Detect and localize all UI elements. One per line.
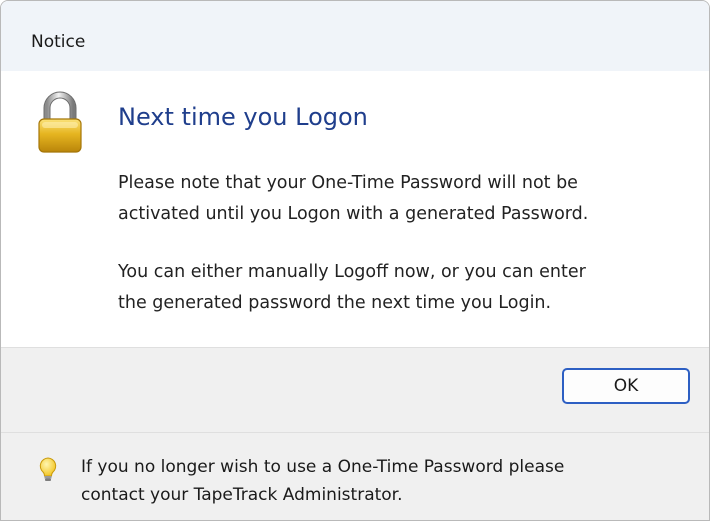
footer-panel: If you no longer wish to use a One-Time … bbox=[1, 432, 709, 520]
message-paragraph-2: You can either manually Logoff now, or y… bbox=[118, 257, 698, 319]
lock-icon bbox=[38, 91, 82, 153]
lightbulb-icon bbox=[39, 457, 57, 481]
message-line: activated until you Logon with a generat… bbox=[118, 204, 589, 224]
dialog-heading: Next time you Logon bbox=[118, 103, 368, 131]
message-paragraph-1: Please note that your One-Time Password … bbox=[118, 168, 698, 230]
ok-button[interactable]: OK bbox=[562, 368, 690, 404]
footer-line: If you no longer wish to use a One-Time … bbox=[81, 457, 565, 477]
message-line: You can either manually Logoff now, or y… bbox=[118, 262, 586, 282]
footer-line: contact your TapeTrack Administrator. bbox=[81, 485, 403, 505]
button-bar: OK bbox=[1, 347, 709, 432]
message-line: Please note that your One-Time Password … bbox=[118, 173, 578, 193]
window-title: Notice bbox=[31, 32, 86, 52]
title-bar[interactable]: Notice bbox=[1, 1, 709, 71]
message-line: the generated password the next time you… bbox=[118, 293, 552, 313]
notice-dialog: Notice Next time you Logon Please note t… bbox=[0, 0, 710, 521]
dialog-content: Next time you Logon Please note that you… bbox=[1, 71, 709, 347]
footer-message: If you no longer wish to use a One-Time … bbox=[81, 453, 701, 509]
